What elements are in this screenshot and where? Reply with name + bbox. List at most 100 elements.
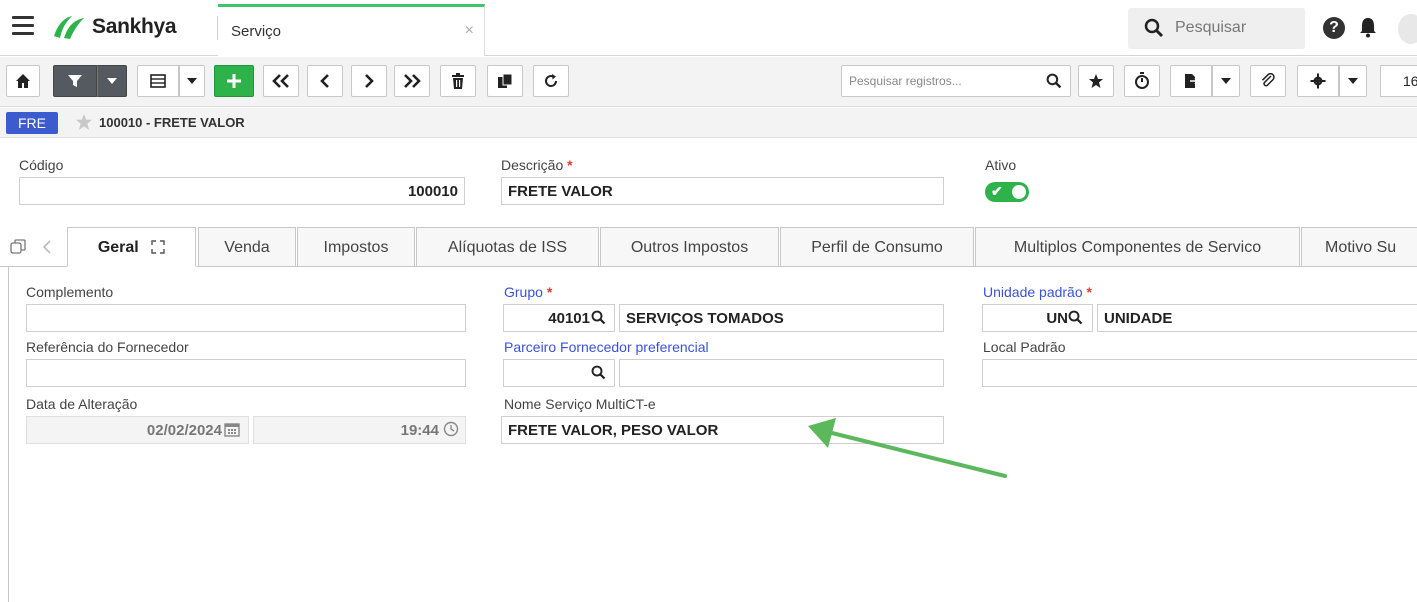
refresh-button[interactable]: [533, 65, 569, 97]
chevron-right-icon: [365, 74, 374, 88]
copy-tabs-icon[interactable]: [10, 239, 26, 255]
local-padrao-label: Local Padrão: [983, 339, 1066, 355]
grupo-label: Grupo *: [504, 284, 552, 300]
codigo-field[interactable]: 100010: [19, 177, 465, 205]
tab-multiplos-componentes[interactable]: Multiplos Componentes de Servico: [975, 227, 1300, 267]
tab-impostos[interactable]: Impostos: [297, 227, 415, 267]
avatar[interactable]: [1398, 14, 1417, 44]
top-bar: Sankhya Serviço × Pesquisar ?: [0, 0, 1417, 56]
export-dropdown-button[interactable]: [1212, 65, 1240, 97]
next-record-button[interactable]: [351, 65, 387, 97]
toolbar: Pesquisar registros... 16: [0, 57, 1417, 107]
search-icon[interactable]: [1068, 310, 1083, 325]
check-icon: ✔: [991, 183, 1003, 199]
add-record-button[interactable]: [214, 65, 254, 97]
gear-icon: [1310, 73, 1326, 89]
paperclip-icon: [1261, 73, 1275, 87]
tab-label: Geral: [97, 239, 139, 256]
star-icon[interactable]: [75, 113, 93, 131]
toggle-knob: [1012, 185, 1026, 199]
last-record-button[interactable]: [394, 65, 430, 97]
unidade-padrao-label: Unidade padrão *: [983, 284, 1092, 300]
caret-down-icon: [187, 78, 197, 84]
tab-perfil-consumo[interactable]: Perfil de Consumo: [780, 227, 974, 267]
hora-alteracao-field: 19:44: [253, 416, 466, 444]
parceiro-description-field[interactable]: [619, 359, 944, 387]
search-icon[interactable]: [1046, 73, 1062, 89]
parceiro-fornecedor-label: Parceiro Fornecedor preferencial: [504, 339, 709, 355]
filter-button[interactable]: [53, 65, 97, 97]
expand-icon[interactable]: [151, 240, 165, 254]
tab-outros-impostos[interactable]: Outros Impostos: [600, 227, 779, 267]
filter-icon: [68, 75, 82, 87]
nome-multicte-field[interactable]: FRETE VALOR, PESO VALOR: [501, 416, 944, 444]
favorite-button[interactable]: [1078, 65, 1114, 97]
descricao-field[interactable]: FRETE VALOR: [501, 177, 944, 205]
double-chevron-left-icon: [272, 74, 289, 88]
timer-button[interactable]: [1124, 65, 1160, 97]
first-record-button[interactable]: [263, 65, 299, 97]
global-search[interactable]: Pesquisar: [1128, 8, 1305, 49]
copy-icon: [498, 73, 513, 88]
referencia-fornecedor-field[interactable]: [26, 359, 466, 387]
grid-view-button[interactable]: [137, 65, 179, 97]
settings-button[interactable]: [1297, 65, 1339, 97]
ativo-label: Ativo: [985, 157, 1017, 173]
chevron-left-icon[interactable]: [42, 240, 52, 254]
previous-record-button[interactable]: [307, 65, 343, 97]
bell-icon[interactable]: [1358, 16, 1378, 38]
grid-view-dropdown-button[interactable]: [179, 65, 205, 97]
complemento-field[interactable]: [26, 304, 466, 332]
clock-icon: [443, 421, 459, 437]
ativo-toggle[interactable]: ✔: [985, 182, 1029, 202]
export-button[interactable]: [1170, 65, 1212, 97]
unidade-description-field[interactable]: UNIDADE: [1097, 304, 1417, 332]
screen-tab-servico[interactable]: Serviço ×: [218, 4, 485, 56]
caret-down-icon: [1221, 78, 1231, 84]
double-chevron-right-icon: [404, 74, 421, 88]
record-search-input[interactable]: Pesquisar registros...: [841, 65, 1071, 97]
search-icon[interactable]: [591, 310, 606, 325]
data-alteracao-field: 02/02/2024: [26, 416, 249, 444]
home-icon: [16, 74, 30, 88]
search-icon[interactable]: [591, 365, 606, 380]
record-header: FRE 100010 - FRETE VALOR: [0, 108, 1417, 138]
record-title: 100010 - FRETE VALOR: [99, 115, 245, 130]
required-mark: *: [546, 284, 553, 300]
tab-geral[interactable]: Geral: [67, 227, 196, 267]
logo: Sankhya: [50, 13, 177, 41]
tab-aliquotas-iss[interactable]: Alíquotas de ISS: [416, 227, 599, 267]
complemento-label: Complemento: [26, 284, 114, 300]
required-mark: *: [567, 157, 573, 173]
local-padrao-field[interactable]: [982, 359, 1417, 387]
unidade-label-text: Unidade padrão: [983, 284, 1083, 300]
trash-icon: [452, 73, 464, 89]
required-mark: *: [1086, 284, 1092, 300]
grupo-description-field[interactable]: SERVIÇOS TOMADOS: [619, 304, 944, 332]
tabs-bar: Geral Venda Impostos Alíquotas de ISS Ou…: [0, 227, 1417, 267]
attachment-button[interactable]: [1250, 65, 1286, 97]
home-button[interactable]: [6, 65, 40, 97]
tab-motivo[interactable]: Motivo Su: [1301, 227, 1417, 267]
descricao-label-text: Descrição: [501, 157, 564, 173]
filter-dropdown-button[interactable]: [97, 65, 127, 97]
grid-icon: [150, 74, 166, 88]
help-icon[interactable]: ?: [1323, 17, 1345, 39]
settings-dropdown-button[interactable]: [1339, 65, 1367, 97]
close-icon[interactable]: ×: [465, 22, 474, 40]
delete-button[interactable]: [440, 65, 476, 97]
menu-icon[interactable]: [12, 16, 34, 36]
duplicate-button[interactable]: [487, 65, 523, 97]
refresh-icon: [545, 74, 558, 87]
stopwatch-icon: [1135, 72, 1149, 89]
star-icon: [1089, 74, 1103, 88]
caret-down-icon: [1348, 78, 1358, 84]
record-badge: FRE: [6, 112, 58, 134]
page-size-select[interactable]: 16: [1380, 65, 1417, 97]
sankhya-logo-icon: [54, 16, 84, 39]
plus-icon: [227, 74, 241, 88]
tab-venda[interactable]: Venda: [198, 227, 296, 267]
record-search-placeholder: Pesquisar registros...: [849, 74, 962, 88]
chevron-left-icon: [320, 74, 329, 88]
file-export-icon: [1185, 74, 1199, 88]
